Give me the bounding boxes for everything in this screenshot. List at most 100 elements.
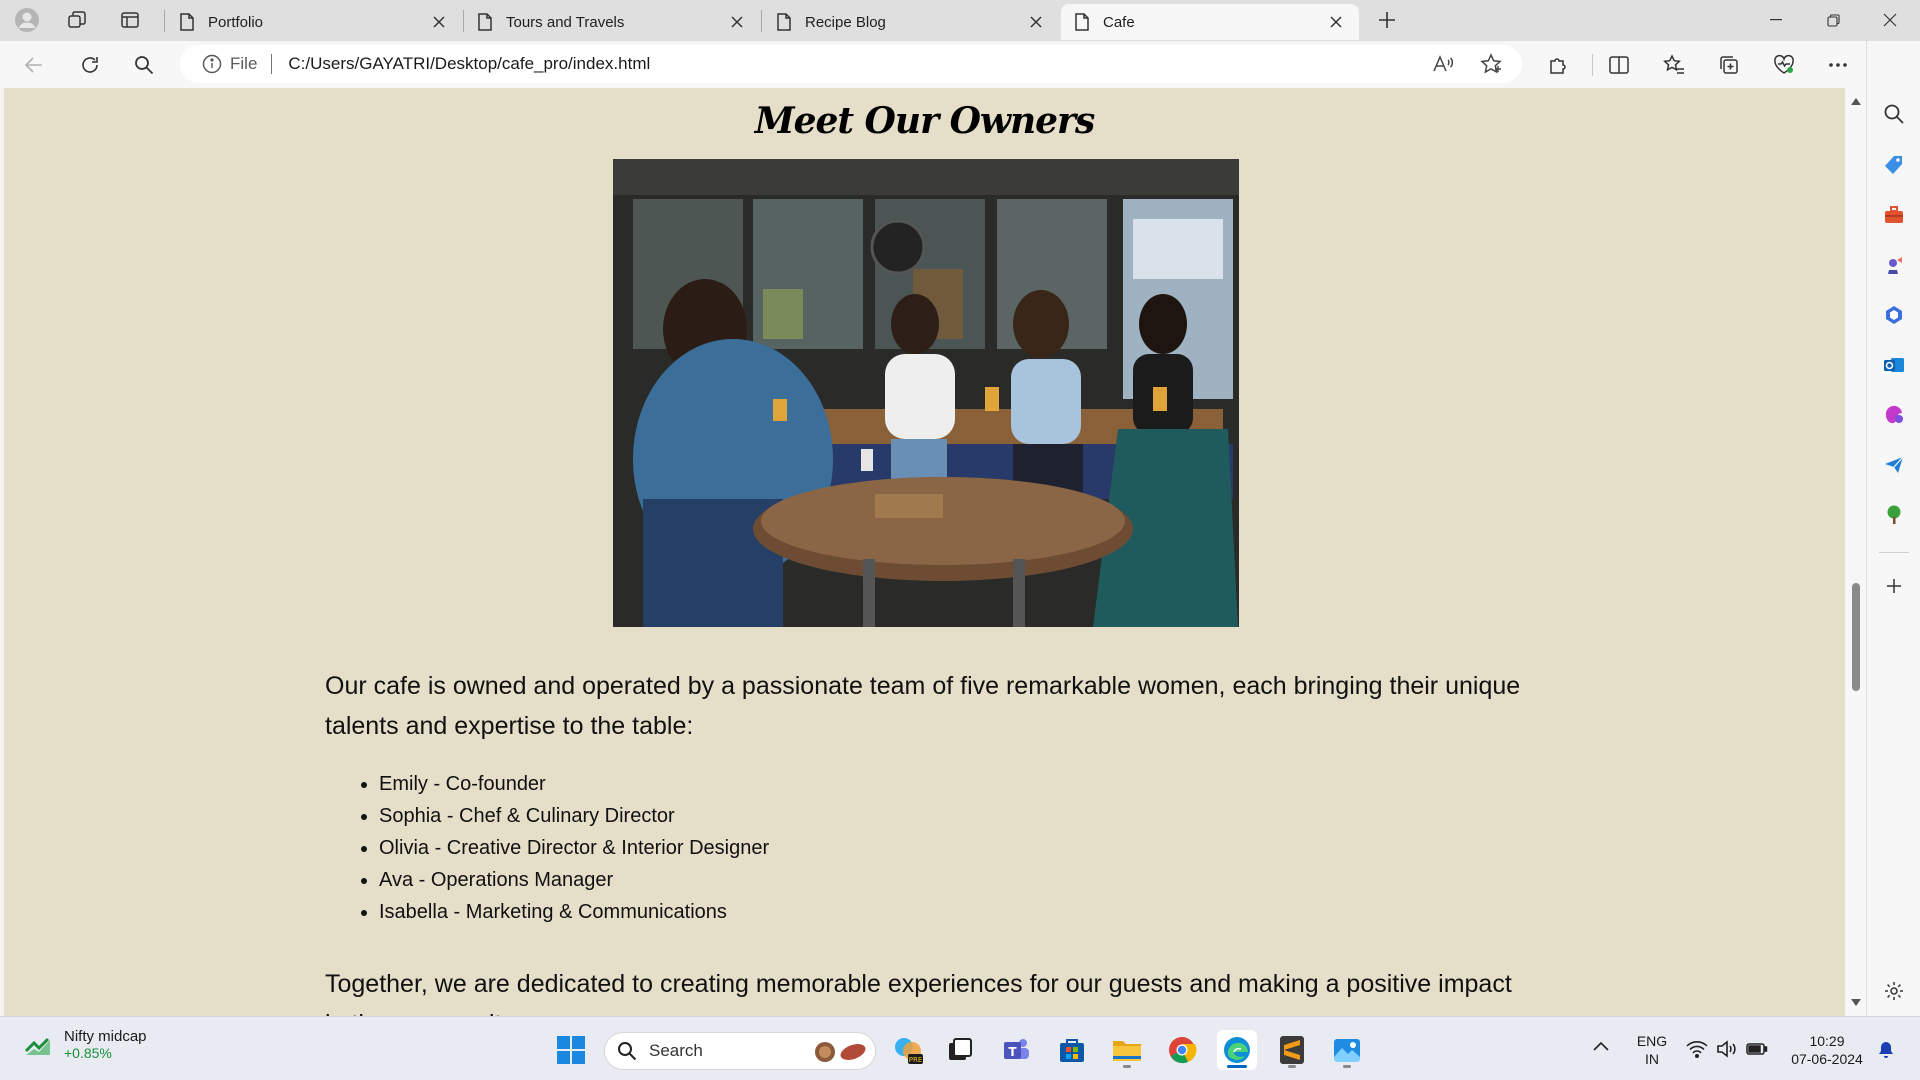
- tab-recipe-blog[interactable]: Recipe Blog: [763, 4, 1059, 40]
- show-hidden-icons-chevron-icon[interactable]: [1592, 1040, 1610, 1052]
- close-tab-icon[interactable]: [1025, 11, 1047, 33]
- store-icon: [1057, 1035, 1087, 1065]
- tab-tours-and-travels[interactable]: Tours and Travels: [464, 4, 760, 40]
- clock-time: 10:29: [1809, 1033, 1845, 1049]
- taskbar-app-edge[interactable]: [1217, 1030, 1257, 1070]
- search-button[interactable]: [126, 47, 162, 83]
- collections-button[interactable]: [1711, 47, 1747, 83]
- page-scrollbar[interactable]: [1846, 88, 1866, 1016]
- clock[interactable]: 10:29 07-06-2024: [1784, 1032, 1870, 1068]
- profile-button[interactable]: [8, 4, 46, 36]
- close-window-button[interactable]: [1860, 0, 1920, 40]
- sidebar-settings-gear-icon[interactable]: [1881, 978, 1907, 1004]
- navigation-bar: File C:/Users/GAYATRI/Desktop/cafe_pro/i…: [0, 41, 1920, 88]
- notification-bell-icon[interactable]: [1876, 1040, 1896, 1060]
- browser-essentials-button[interactable]: [1766, 47, 1802, 83]
- url-text[interactable]: C:/Users/GAYATRI/Desktop/cafe_pro/index.…: [288, 54, 650, 74]
- scroll-up-arrow-icon[interactable]: [1850, 96, 1862, 108]
- language-code: ENG: [1636, 1033, 1668, 1049]
- clock-date: 07-06-2024: [1791, 1051, 1863, 1067]
- input-language[interactable]: ENG IN: [1628, 1032, 1676, 1068]
- volume-icon[interactable]: [1716, 1040, 1738, 1058]
- close-tab-icon[interactable]: [726, 11, 748, 33]
- page-icon: [476, 12, 494, 32]
- search-label: Search: [649, 1041, 703, 1060]
- copilot-app-icon: PRE: [892, 1034, 924, 1066]
- folder-icon: [1111, 1036, 1143, 1064]
- chrome-icon: [1167, 1035, 1197, 1065]
- add-plus-icon[interactable]: [1881, 573, 1907, 599]
- tab-portfolio[interactable]: Portfolio: [166, 4, 462, 40]
- send-plane-icon[interactable]: [1881, 452, 1907, 478]
- tab-title: Recipe Blog: [805, 13, 886, 31]
- heart-pulse-icon: [1773, 54, 1795, 76]
- info-icon[interactable]: [202, 54, 222, 74]
- tab-divider: [164, 10, 165, 32]
- close-tab-icon[interactable]: [1325, 11, 1347, 33]
- restore-icon: [1826, 13, 1840, 27]
- taskbar-app-sublime-text[interactable]: [1272, 1030, 1312, 1070]
- owners-photo: [613, 159, 1239, 627]
- taskbar-search[interactable]: Search: [604, 1032, 876, 1070]
- battery-icon[interactable]: [1746, 1041, 1768, 1057]
- back-button[interactable]: [16, 47, 52, 83]
- running-indicator: [1288, 1065, 1296, 1068]
- stock-widget[interactable]: Nifty midcap +0.85%: [24, 1028, 147, 1061]
- refresh-button[interactable]: [72, 47, 108, 83]
- workspaces-button[interactable]: [58, 4, 96, 36]
- games-chess-icon[interactable]: [1881, 252, 1907, 278]
- tab-title: Portfolio: [208, 13, 264, 31]
- start-button[interactable]: [551, 1030, 591, 1070]
- read-aloud-icon[interactable]: [1432, 54, 1454, 74]
- owners-list: Emily - Co-founder Sophia - Chef & Culin…: [375, 768, 769, 928]
- split-screen-button[interactable]: [1601, 47, 1637, 83]
- close-icon: [1883, 13, 1897, 27]
- settings-menu-button[interactable]: [1820, 47, 1856, 83]
- scroll-down-arrow-icon[interactable]: [1850, 996, 1862, 1008]
- svg-text:T: T: [1008, 1045, 1017, 1059]
- favorites-list-icon: [1663, 54, 1685, 76]
- microsoft-365-icon[interactable]: [1881, 302, 1907, 328]
- taskbar-app-teams[interactable]: T: [996, 1030, 1036, 1070]
- sublime-text-icon: [1278, 1035, 1306, 1065]
- address-bar[interactable]: File C:/Users/GAYATRI/Desktop/cafe_pro/i…: [180, 45, 1522, 83]
- taskbar-app-file-explorer[interactable]: [1107, 1030, 1147, 1070]
- toolbar-divider: [1592, 54, 1593, 76]
- minimize-button[interactable]: [1746, 0, 1806, 40]
- refresh-icon: [79, 54, 101, 76]
- favorite-star-icon[interactable]: [1480, 53, 1502, 75]
- puzzle-icon: [1547, 54, 1569, 76]
- taskbar-app-store[interactable]: [1052, 1030, 1092, 1070]
- wifi-icon[interactable]: [1686, 1040, 1708, 1058]
- shopping-tag-icon[interactable]: [1881, 152, 1907, 178]
- running-indicator: [1123, 1065, 1131, 1068]
- taskbar-app-photos[interactable]: [1327, 1030, 1367, 1070]
- designer-icon[interactable]: [1881, 402, 1907, 428]
- outlook-icon[interactable]: [1881, 352, 1907, 378]
- restore-button[interactable]: [1803, 0, 1863, 40]
- page-icon: [178, 12, 196, 32]
- close-tab-icon[interactable]: [428, 11, 450, 33]
- new-tab-button[interactable]: [1368, 4, 1406, 36]
- taskbar-app-chrome[interactable]: [1162, 1030, 1202, 1070]
- tools-briefcase-icon[interactable]: [1881, 202, 1907, 228]
- tab-cafe[interactable]: Cafe: [1061, 4, 1359, 40]
- edge-icon: [1222, 1035, 1252, 1065]
- taskbar-app-copilot-pre[interactable]: PRE: [888, 1030, 928, 1070]
- tab-strip: Portfolio Tours and Travels Recipe Blog …: [0, 0, 1920, 41]
- page-icon: [1073, 12, 1091, 32]
- tab-divider: [761, 10, 762, 32]
- vertical-tabs-button[interactable]: [111, 4, 149, 36]
- favorites-button[interactable]: [1656, 47, 1692, 83]
- stock-trend-icon: [24, 1033, 54, 1057]
- sidebar-search-icon[interactable]: [1881, 101, 1907, 127]
- split-screen-icon: [1608, 54, 1630, 76]
- list-item: Isabella - Marketing & Communications: [379, 896, 769, 928]
- tree-icon[interactable]: [1881, 502, 1907, 528]
- taskbar-app-task-view[interactable]: [940, 1030, 980, 1070]
- sidebar-divider: [1879, 552, 1909, 553]
- search-highlight-icon: [811, 1041, 869, 1063]
- region-code: IN: [1645, 1051, 1659, 1067]
- scroll-thumb[interactable]: [1852, 583, 1860, 691]
- extensions-button[interactable]: [1540, 47, 1576, 83]
